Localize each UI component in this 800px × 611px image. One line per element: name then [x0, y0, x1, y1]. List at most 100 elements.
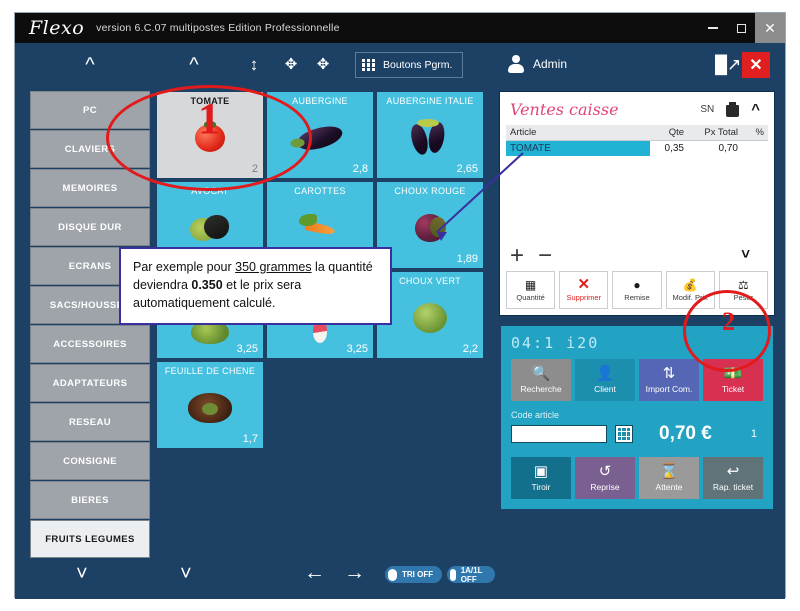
annotation-marker-2: 2 — [722, 307, 735, 336]
column-header-qte: Qte — [650, 125, 688, 141]
person-icon — [507, 55, 525, 73]
sidebar-item-memoires[interactable]: MEMOIRES — [30, 169, 150, 207]
expand-icon[interactable]: ✥ — [277, 51, 305, 79]
code-article-input[interactable] — [511, 425, 607, 443]
chevron-down-icon-1[interactable]: ˅ — [76, 563, 88, 586]
window-controls: ✕ — [699, 13, 785, 43]
boutons-pgrm-label: Boutons Pgrm. — [383, 59, 453, 71]
tile-price: 2,2 — [462, 343, 478, 355]
bottom-navigation: ˅ ˅ ← → TRI OFF 1A/1L OFF — [15, 559, 495, 589]
collapse-icon[interactable]: ✥ — [309, 51, 337, 79]
callout-text-2b: 0.350 — [191, 278, 223, 293]
button-label: Ticket — [721, 384, 745, 394]
increase-button[interactable]: + — [510, 244, 524, 268]
client-icon: 👤 — [595, 365, 615, 382]
quantite-button[interactable]: ▦ Quantité — [506, 271, 556, 309]
sales-panel: Ventes caisse SN ^ Article Qte Px Total … — [499, 91, 775, 316]
chevron-up-icon[interactable]: ^ — [751, 102, 760, 117]
cross-icon: ✕ — [577, 275, 591, 293]
chevron-up-icon-2[interactable]: ^ — [180, 51, 208, 79]
boutons-pgrm-button[interactable]: Boutons Pgrm. — [355, 52, 464, 78]
tile-price: 2,8 — [352, 163, 368, 175]
item-count: 1 — [750, 428, 757, 440]
product-tile-choux-rouge[interactable]: CHOUX ROUGE 1,89 — [376, 181, 484, 269]
remise-button[interactable]: ● Remise — [612, 271, 662, 309]
cell-qte: 0,35 — [664, 143, 684, 154]
screenshot-root: Flexo version 6.C.07 multipostes Edition… — [0, 0, 800, 611]
trash-icon[interactable] — [726, 102, 740, 117]
sidebar-item-consigne[interactable]: CONSIGNE — [30, 442, 150, 480]
toggle-tri[interactable]: TRI OFF — [385, 566, 443, 583]
qty-steppers: + − — [506, 244, 768, 271]
tiroir-button[interactable]: ▣ Tiroir — [511, 457, 571, 499]
total-amount: 0,70 € — [659, 423, 712, 444]
cash-bottom-buttons: ▣ Tiroir ↺ Reprise ⌛ Attente ↩ Rap. tick… — [511, 457, 763, 499]
decrease-button[interactable]: − — [538, 244, 552, 268]
table-row[interactable]: TOMATE 0,35 0,70 — [506, 140, 768, 157]
button-label: Import Com. — [645, 384, 693, 394]
import-com-button[interactable]: ⇅ Import Com. — [639, 359, 699, 401]
product-tile-choux-vert[interactable]: CHOUX VERT 2,2 — [376, 271, 484, 359]
client-button[interactable]: 👤 Client — [575, 359, 635, 401]
code-article-row: 0,70 € 1 — [511, 423, 763, 445]
aubergine-pair-icon — [408, 119, 450, 157]
sidebar-item-label: CONSIGNE — [63, 455, 117, 467]
rap-ticket-button[interactable]: ↩ Rap. ticket — [703, 457, 763, 499]
user-admin[interactable]: Admin — [507, 55, 567, 73]
supprimer-button[interactable]: ✕ Supprimer — [559, 271, 609, 309]
attente-button[interactable]: ⌛ Attente — [639, 457, 699, 499]
cell-article: TOMATE — [506, 140, 650, 156]
sidebar-item-label: FRUITS LEGUMES — [45, 533, 135, 545]
hourglass-icon: ⌛ — [659, 463, 679, 480]
sn-label[interactable]: SN — [700, 104, 714, 115]
arrows-vertical-icon[interactable]: ↕ — [240, 51, 268, 79]
chevron-down-icon-2[interactable]: ˅ — [180, 563, 192, 586]
sidebar-item-disque-dur[interactable]: DISQUE DUR — [30, 208, 150, 246]
maximize-button[interactable] — [727, 13, 755, 43]
window-close-button[interactable]: ✕ — [755, 13, 785, 43]
calculator-icon[interactable] — [615, 425, 633, 443]
arrow-left-icon[interactable]: ← — [304, 561, 325, 585]
column-header-article: Article — [506, 125, 650, 141]
arrow-right-icon[interactable]: → — [344, 561, 365, 585]
green-cabbage-icon — [413, 303, 447, 333]
sidebar-item-accessoires[interactable]: ACCESSOIRES — [30, 325, 150, 363]
app-close-button[interactable]: ✕ — [742, 52, 770, 78]
tile-price: 3,25 — [236, 343, 258, 355]
sidebar-item-label: ACCESSOIRES — [53, 338, 127, 350]
calculator-icon: ▦ — [524, 277, 537, 292]
tile-price: 3,25 — [346, 343, 368, 355]
chevron-up-icon-1[interactable]: ^ — [76, 51, 104, 79]
cell-px-total: 0,70 — [718, 143, 738, 154]
tile-price: 1,89 — [456, 253, 478, 265]
sidebar-item-label: ECRANS — [68, 260, 112, 272]
tile-label: CHOUX ROUGE — [394, 186, 466, 196]
avocado-icon — [190, 215, 230, 241]
title-bar: Flexo version 6.C.07 multipostes Edition… — [15, 13, 785, 43]
reprise-button[interactable]: ↺ Reprise — [575, 457, 635, 499]
callout-text-1a: Par exemple pour — [133, 260, 236, 274]
sidebar-item-adaptateurs[interactable]: ADAPTATEURS — [30, 364, 150, 402]
sales-table: Article Qte Px Total % TOMATE 0,35 0,70 — [506, 125, 768, 156]
table-header-row: Article Qte Px Total % — [506, 125, 768, 141]
sidebar-item-bieres[interactable]: BIERES — [30, 481, 150, 519]
minimize-icon — [708, 27, 718, 29]
sales-panel-title: Ventes caisse — [510, 100, 619, 119]
product-tile-feuille-de-chene[interactable]: FEUILLE DE CHENE 1,7 — [156, 361, 264, 449]
button-label: Rap. ticket — [712, 482, 754, 492]
carrot-icon — [299, 214, 339, 241]
user-label: Admin — [533, 57, 568, 71]
paint-bucket-icon[interactable]: █↗ — [715, 55, 741, 75]
toggle-1a1l[interactable]: 1A/1L OFF — [447, 566, 495, 584]
callout-text-1b: 350 grammes — [235, 260, 312, 274]
scale-icon: ⚖ — [738, 277, 749, 292]
chevron-down-icon[interactable]: ˅ — [741, 246, 750, 263]
recherche-button[interactable]: 🔍 Recherche — [511, 359, 571, 401]
cell-pct — [742, 141, 768, 157]
product-tile-aubergine-italie[interactable]: AUBERGINE ITALIE 2,65 — [376, 91, 484, 179]
sidebar-item-reseau[interactable]: RESEAU — [30, 403, 150, 441]
tile-label: CHOUX VERT — [399, 276, 461, 286]
button-label: Recherche — [520, 384, 562, 394]
sidebar-item-fruits-legumes[interactable]: FRUITS LEGUMES — [30, 520, 150, 558]
minimize-button[interactable] — [699, 13, 727, 43]
